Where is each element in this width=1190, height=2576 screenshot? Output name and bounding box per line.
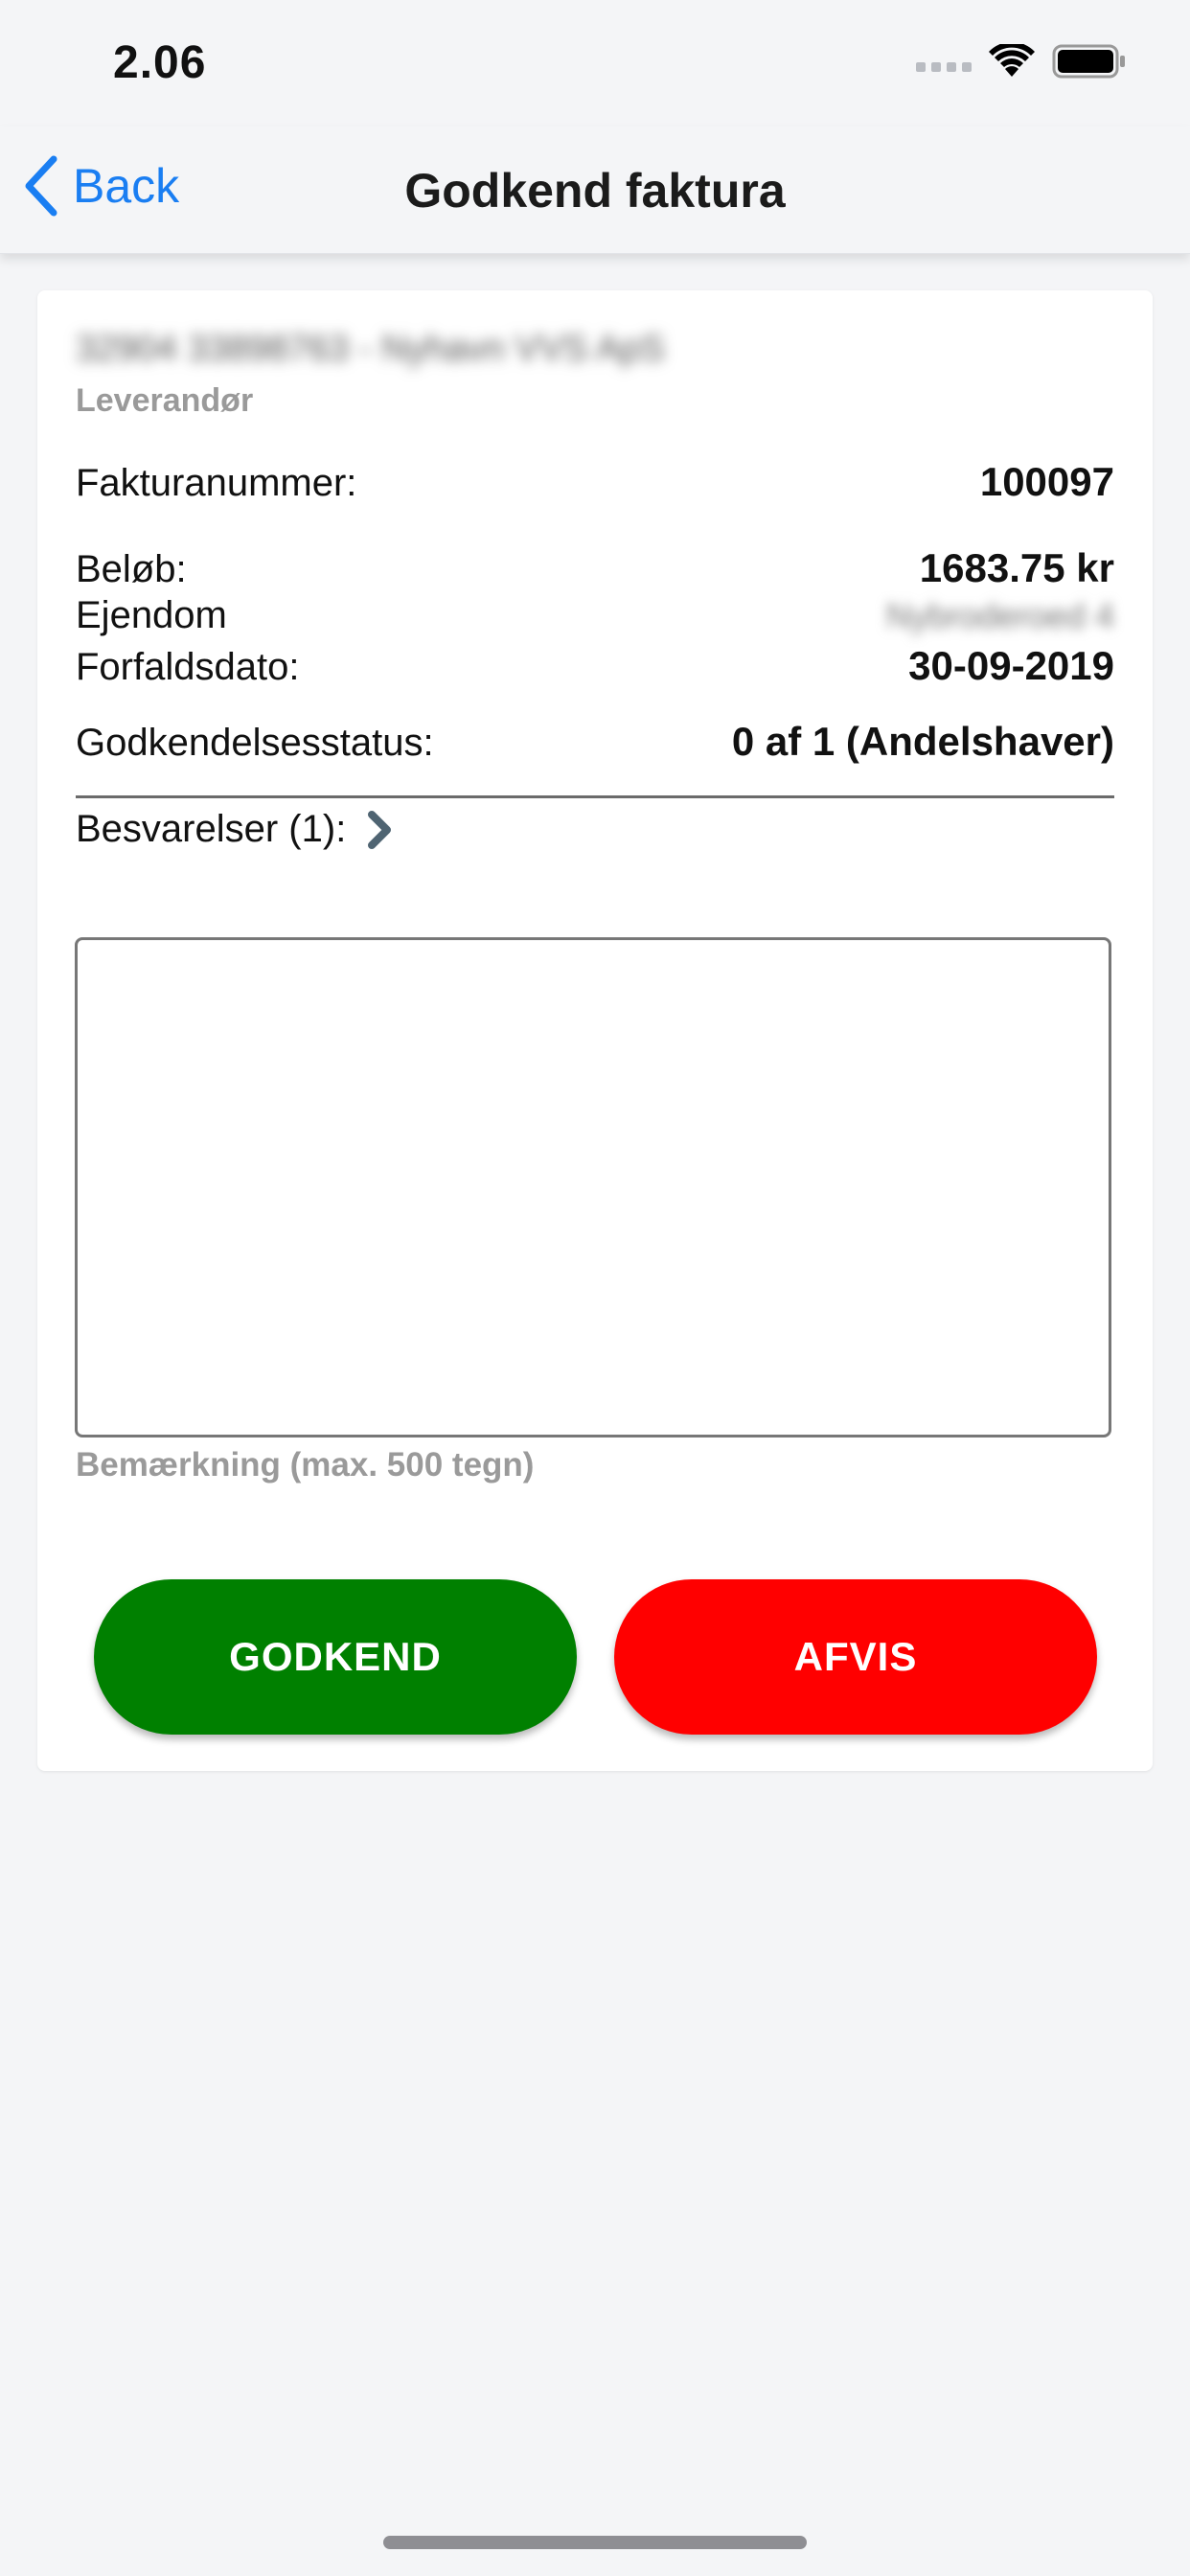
responses-label: Besvarelser (1): <box>76 808 347 850</box>
due-date-row: Forfaldsdato: 30-09-2019 <box>76 643 1114 689</box>
reject-button[interactable]: AFVIS <box>614 1579 1097 1735</box>
remark-caption: Bemærkning (max. 500 tegn) <box>76 1446 535 1484</box>
property-value: Nybroderoed 4 <box>885 596 1114 635</box>
wifi-icon <box>989 44 1035 77</box>
approval-status-row: Godkendelsesstatus: 0 af 1 (Andelshaver) <box>76 719 1114 765</box>
status-time: 2.06 <box>113 37 207 88</box>
invoice-card: 32904 33898763 - Nyhavn VVS ApS Leverand… <box>37 290 1153 1771</box>
status-bar: 2.06 <box>0 0 1190 126</box>
cellular-signal-icon <box>916 62 972 72</box>
home-indicator[interactable] <box>383 2536 807 2549</box>
status-icons <box>916 44 1127 79</box>
page-title: Godkend faktura <box>404 164 786 218</box>
battery-icon <box>1052 44 1125 79</box>
amount-value: 1683.75 kr <box>919 545 1114 590</box>
amount-label: Beløb: <box>76 548 187 590</box>
due-date-value: 30-09-2019 <box>908 643 1114 688</box>
invoice-number-row: Fakturanummer: 100097 <box>76 459 1114 505</box>
amount-row: Beløb: 1683.75 kr <box>76 545 1114 591</box>
supplier-name: 32904 33898763 - Nyhavn VVS ApS <box>76 329 665 369</box>
invoice-number-label: Fakturanummer: <box>76 462 357 504</box>
approve-button[interactable]: GODKEND <box>94 1579 577 1735</box>
navigation-bar: Back Godkend faktura <box>0 126 1190 254</box>
responses-link[interactable]: Besvarelser (1): <box>76 808 394 851</box>
supplier-caption: Leverandør <box>76 382 254 419</box>
approval-status-label: Godkendelsesstatus: <box>76 722 434 764</box>
approval-status-value: 0 af 1 (Andelshaver) <box>731 719 1114 764</box>
invoice-number-value: 100097 <box>979 459 1114 504</box>
remark-textarea[interactable] <box>75 937 1111 1438</box>
property-label: Ejendom <box>76 594 227 636</box>
property-row: Ejendom Nybroderoed 4 <box>76 594 1114 637</box>
chevron-right-icon <box>368 810 392 849</box>
due-date-label: Forfaldsdato: <box>76 646 300 688</box>
divider <box>76 795 1114 798</box>
